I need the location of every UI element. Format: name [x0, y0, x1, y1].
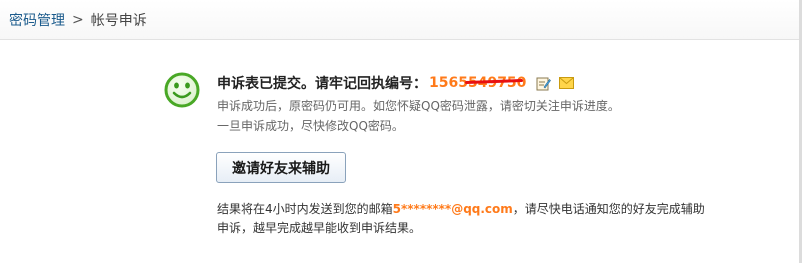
smiley-face-icon: [164, 72, 200, 108]
result-prefix: 结果将在4小时内发送到您的邮箱: [217, 202, 393, 216]
status-note-line-2: 一旦申诉成功，尽快修改QQ密码。: [217, 119, 404, 133]
status-note-line-1: 申诉成功后，原密码仍可用。如您怀疑QQ密码泄露，请密切关注申诉进度。: [217, 99, 620, 113]
result-suffix-1: ，请尽快电话通知您的好友完成辅助: [512, 202, 705, 216]
result-notice: 结果将在4小时内发送到您的邮箱5********@qq.com，请尽快电话通知您…: [217, 200, 757, 238]
result-suffix-2: 申诉，越早完成越早能收到申诉结果。: [217, 221, 422, 235]
result-email: 5********@qq.com: [392, 202, 513, 216]
receipt-number: 1565549750: [429, 75, 526, 91]
invite-friends-button[interactable]: 邀请好友来辅助: [216, 152, 346, 183]
envelope-icon[interactable]: [559, 77, 575, 89]
breadcrumb-current-page: 帐号申诉: [90, 12, 147, 29]
breadcrumb-password-management-link[interactable]: 密码管理: [9, 10, 65, 30]
status-headline-text: 申诉表已提交。请牢记回执编号：: [217, 76, 427, 92]
breadcrumb-separator: >: [72, 11, 84, 28]
edit-note-icon[interactable]: [536, 76, 552, 91]
account-appeal-page: 密码管理 > 帐号申诉 申诉表已提交。请牢记回执编号： 1565549750: [0, 0, 802, 263]
status-headline: 申诉表已提交。请牢记回执编号： 1565549750: [217, 72, 620, 94]
breadcrumb: 密码管理 > 帐号申诉: [0, 0, 799, 40]
appeal-status-block: 申诉表已提交。请牢记回执编号： 1565549750 申诉成功后，原密码仍可用。…: [217, 72, 620, 136]
